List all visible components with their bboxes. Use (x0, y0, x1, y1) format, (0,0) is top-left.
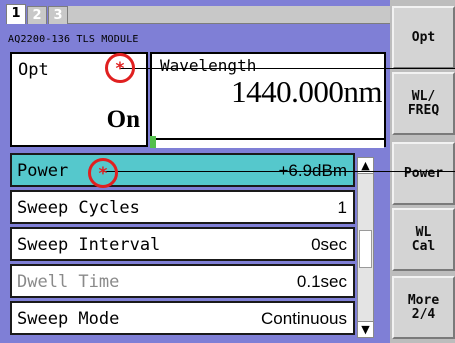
wavelength-panel[interactable]: Wavelength 1440.000nm (150, 52, 386, 148)
softkey-more[interactable]: More 2/4 (392, 276, 455, 339)
parameter-label: Sweep Interval (17, 235, 161, 255)
parameter-row-sweep-cycles[interactable]: Sweep Cycles 1 (10, 190, 355, 224)
parameter-scrollbar[interactable]: ▲ ▼ (357, 157, 374, 338)
parameter-value: 0sec (311, 235, 347, 254)
wavelength-value: 1440.000nm (231, 74, 382, 109)
softkey-power[interactable]: Power (392, 142, 455, 205)
parameter-value: 0.1sec (296, 272, 347, 291)
asterisk-icon: * (98, 164, 108, 184)
wavelength-subfield (152, 138, 384, 148)
asterisk-icon: * (115, 59, 125, 79)
wavelength-indicator (150, 136, 156, 148)
parameter-row-sweep-mode[interactable]: Sweep Mode Continuous (10, 301, 355, 335)
parameter-value: 1 (337, 198, 347, 217)
tab-1[interactable]: 1 (6, 4, 26, 24)
callout-marker: * (105, 53, 135, 83)
parameter-label: Power (17, 161, 69, 181)
parameter-label: Sweep Cycles (17, 198, 140, 218)
softkey-wl-cal[interactable]: WL Cal (392, 208, 455, 271)
softkey-wl-freq[interactable]: WL/ FREQ (392, 72, 455, 135)
tab-strip (68, 6, 390, 24)
callout-marker: * (88, 158, 118, 188)
parameter-row-sweep-interval[interactable]: Sweep Interval 0sec (10, 227, 355, 261)
opt-label: Opt (18, 60, 49, 80)
parameter-label: Dwell Time (17, 272, 120, 292)
parameter-value: Continuous (260, 309, 347, 328)
callout-leader-line (120, 68, 455, 69)
parameter-label: Sweep Mode (17, 309, 120, 329)
softkey-opt[interactable]: Opt (392, 6, 455, 69)
scroll-down-icon[interactable]: ▼ (358, 321, 373, 337)
scroll-thumb[interactable] (359, 230, 372, 268)
parameter-row-dwell-time[interactable]: Dwell Time 0.1sec (10, 264, 355, 298)
callout-leader-line (103, 171, 455, 172)
wavelength-label: Wavelength (160, 56, 257, 75)
module-title: AQ2200-136 TLS MODULE (8, 34, 139, 45)
parameter-row-power[interactable]: Power +6.9dBm (10, 153, 355, 187)
tab-3[interactable]: 3 (48, 6, 68, 24)
tab-2[interactable]: 2 (27, 6, 47, 24)
opt-state: On (106, 106, 140, 133)
parameter-list: Power +6.9dBm Sweep Cycles 1 Sweep Inter… (10, 153, 375, 338)
